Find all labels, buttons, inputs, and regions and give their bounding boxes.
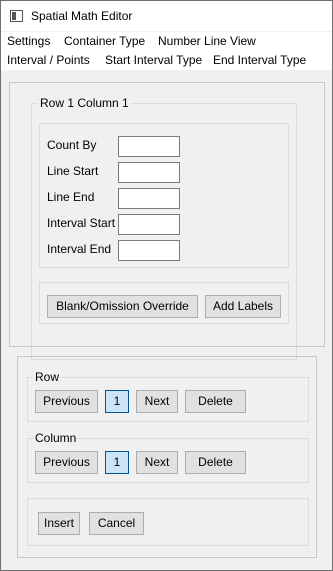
column-previous-button[interactable]: Previous (35, 451, 98, 474)
app-window-icon (10, 10, 23, 22)
count-by-label: Count By (47, 138, 97, 152)
insert-button[interactable]: Insert (38, 512, 80, 535)
add-labels-button[interactable]: Add Labels (205, 295, 281, 318)
row-current-number[interactable]: 1 (105, 390, 129, 413)
menu-end-interval-type[interactable]: End Interval Type (213, 53, 306, 67)
column-delete-button[interactable]: Delete (185, 451, 246, 474)
line-start-label: Line Start (47, 164, 99, 178)
count-by-input[interactable] (118, 136, 180, 157)
column-group-legend: Column (33, 431, 79, 445)
line-end-input[interactable] (118, 188, 180, 209)
cell-group-legend: Row 1 Column 1 (38, 96, 131, 110)
column-next-button[interactable]: Next (136, 451, 178, 474)
blank-omission-override-button[interactable]: Blank/Omission Override (47, 295, 198, 318)
row-previous-button[interactable]: Previous (35, 390, 98, 413)
title-bar: Spatial Math Editor (1, 1, 332, 31)
interval-start-label: Interval Start (47, 216, 116, 230)
line-end-label: Line End (47, 190, 95, 204)
menu-number-line-view[interactable]: Number Line View (158, 34, 256, 48)
row-group-legend: Row (33, 370, 62, 384)
interval-start-input[interactable] (118, 214, 180, 235)
interval-end-input[interactable] (118, 240, 180, 261)
menu-start-interval-type[interactable]: Start Interval Type (105, 53, 202, 67)
window-title: Spatial Math Editor (31, 9, 133, 23)
column-current-number[interactable]: 1 (105, 451, 129, 474)
menu-interval-points[interactable]: Interval / Points (7, 53, 90, 67)
menu-container-type[interactable]: Container Type (64, 34, 145, 48)
menu-bar: Settings Container Type Number Line View… (1, 32, 332, 70)
menu-settings[interactable]: Settings (7, 34, 50, 48)
row-next-button[interactable]: Next (136, 390, 178, 413)
line-start-input[interactable] (118, 162, 180, 183)
interval-end-label: Interval End (47, 242, 112, 256)
row-delete-button[interactable]: Delete (185, 390, 246, 413)
cancel-button[interactable]: Cancel (89, 512, 144, 535)
editor-window: Spatial Math Editor Settings Container T… (0, 0, 333, 571)
